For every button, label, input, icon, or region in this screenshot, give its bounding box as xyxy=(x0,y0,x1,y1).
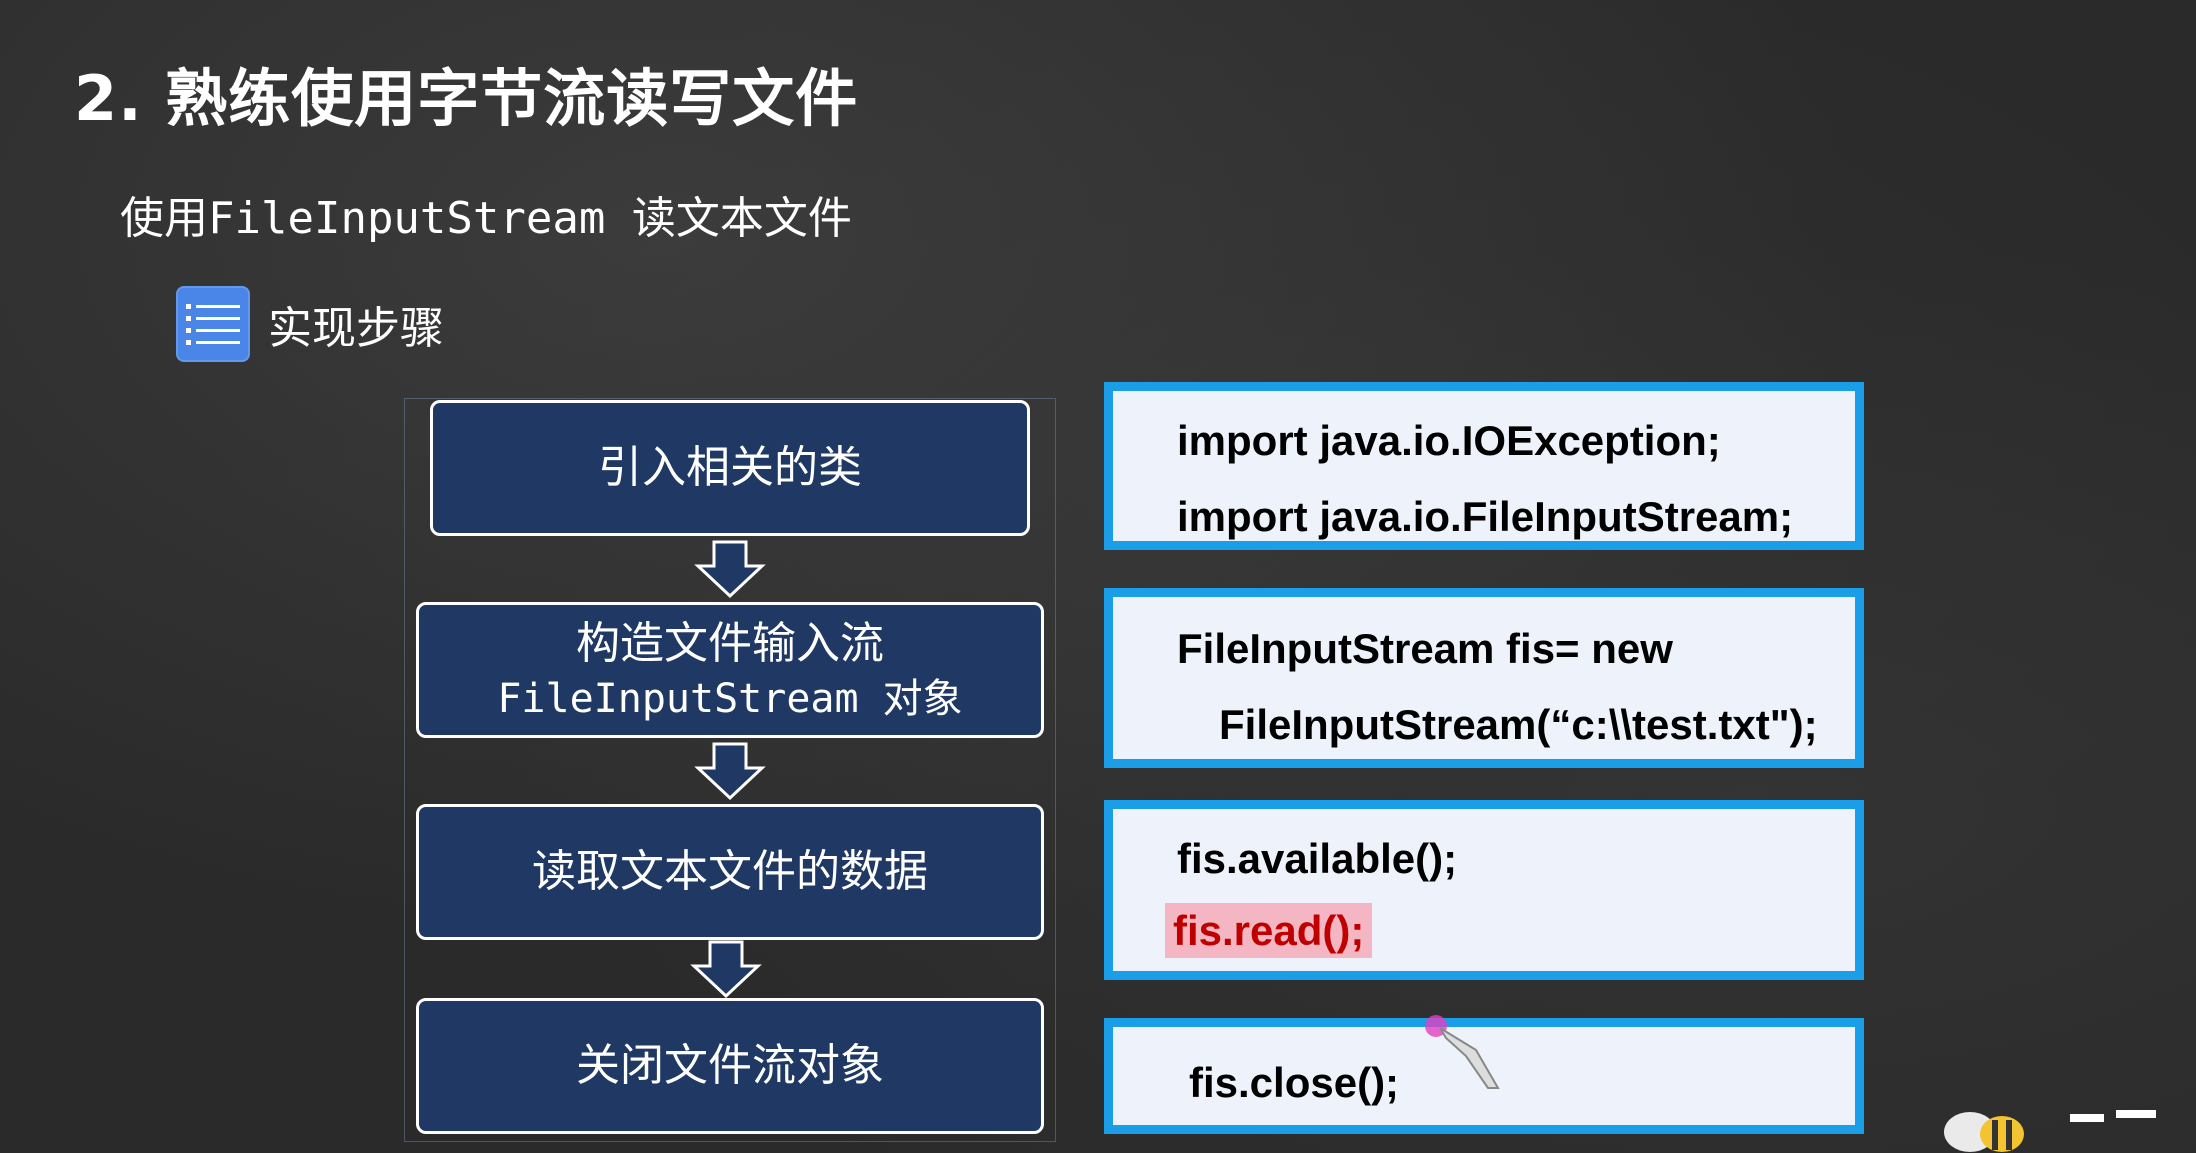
flow-step-sublabel: FileInputStream 对象 xyxy=(497,675,963,722)
code-line: fis.close(); xyxy=(1189,1059,1400,1106)
slide-subtitle: 使用FileInputStream 读文本文件 xyxy=(120,193,852,244)
down-arrow-icon xyxy=(690,940,762,999)
code-line: import java.io.FileInputStream; xyxy=(1177,493,1794,540)
slide-title: 2. 熟练使用字节流读写文件 xyxy=(74,62,859,135)
flow-step-label: 引入相关的类 xyxy=(598,442,862,494)
flow-step-label: 关闭文件流对象 xyxy=(576,1040,884,1092)
code-block-read: fis.available(); fis.read(); xyxy=(1104,800,1864,980)
code-line: FileInputStream fis= new xyxy=(1177,625,1673,672)
code-block-imports: import java.io.IOException; import java.… xyxy=(1104,382,1864,550)
flow-step-import: 引入相关的类 xyxy=(430,400,1030,536)
cursor-icon xyxy=(1425,1015,1500,1089)
code-highlight: fis.read(); xyxy=(1165,903,1373,958)
down-arrow-icon xyxy=(694,742,766,801)
flow-step-label: 构造文件输入流 xyxy=(576,618,884,670)
code-line: fis.available(); xyxy=(1177,835,1458,882)
flow-step-close: 关闭文件流对象 xyxy=(416,998,1044,1134)
down-arrow-icon xyxy=(694,540,766,599)
code-line: import java.io.IOException; xyxy=(1177,417,1721,464)
steps-label: 实现步骤 xyxy=(268,303,444,354)
flow-step-read: 读取文本文件的数据 xyxy=(416,804,1044,940)
steps-header: 实现步骤 xyxy=(176,286,444,362)
flow-step-label: 读取文本文件的数据 xyxy=(532,846,928,898)
list-icon xyxy=(176,286,250,362)
code-block-construct: FileInputStream fis= new FileInputStream… xyxy=(1104,588,1864,768)
flow-step-construct: 构造文件输入流 FileInputStream 对象 xyxy=(416,602,1044,738)
bee-logo-icon xyxy=(1944,1110,2156,1152)
code-line-highlighted: fis.read(); xyxy=(1165,903,1373,958)
code-line: FileInputStream(“c:\\test.txt"); xyxy=(1219,701,1818,748)
